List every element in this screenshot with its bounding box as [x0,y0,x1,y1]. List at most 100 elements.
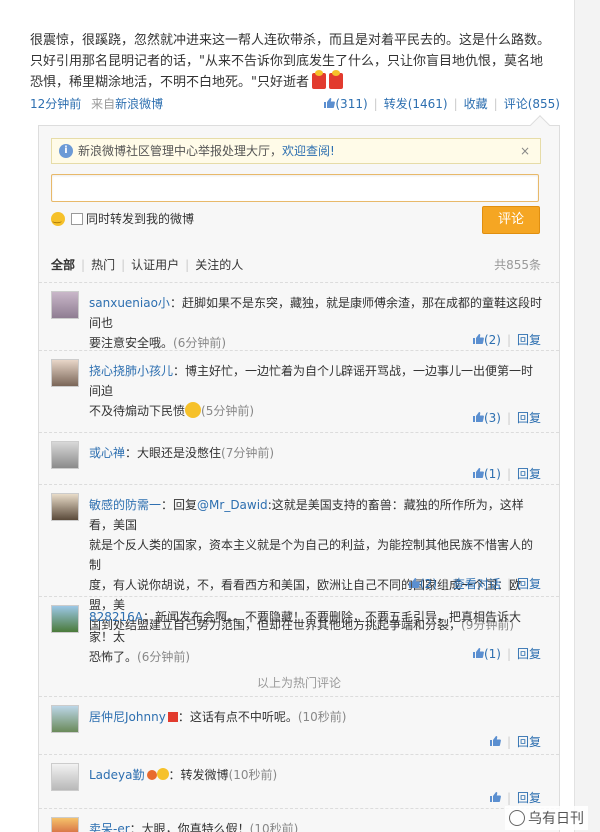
avatar[interactable] [51,291,79,319]
comment-like-button[interactable]: (3) [472,411,501,425]
comment-like-button[interactable] [489,735,501,749]
comment-body: 不及待煽动下民愤 [89,404,186,418]
avatar[interactable] [51,817,79,832]
level-badge-icon [146,770,157,780]
comment-actions: (3) | 回复 [472,409,541,426]
comment-user[interactable]: sanxueniao小 [89,296,170,310]
comment-item: Ladeya勤 ：转发微博(10秒前) | 回复 [39,754,559,808]
thumb-up-icon [489,792,501,802]
avatar[interactable] [51,705,79,733]
comment-mention[interactable]: @Mr_Dawid [197,498,268,512]
info-icon: i [59,144,73,158]
avatar[interactable] [51,493,79,521]
comment-body: 要注意安全哦。 [89,336,174,350]
panel-arrow [530,115,550,135]
repost-button[interactable]: 转发(1461) [384,95,448,112]
action-sep: | [506,791,511,805]
comment-input[interactable] [51,174,539,202]
comment-button[interactable]: 评论(855) [504,95,560,112]
post-text-line: 恐惧，稀里糊涂地活，不明不白地死。"只好逝者 [30,70,560,93]
post-time-link[interactable]: 12分钟前 [30,97,81,111]
comment-text: 或心禅：大眼还是没憋住(7分钟前) [89,443,544,463]
action-sep: | [506,333,511,347]
comment-like-button[interactable]: (1) [472,647,501,661]
comment-user[interactable]: 卖呆-er [89,822,130,832]
watermark: 乌有日刊 [505,806,588,830]
weibo-post: 很震惊，很蹊跷，忽然就冲进来这一帮人连砍带杀，而且是对着平民去的。这是什么路数。… [30,30,560,113]
comment-total: 共855条 [494,258,541,272]
action-sep: | [373,97,378,111]
comment-item: 居仲尼Johnny ：这话有点不中听呢。(10秒前) | 回复 [39,696,559,754]
comment-actions: | 回复 [489,789,541,806]
post-text-line-content: 恐惧，稀里糊涂地活，不明不白地死。"只好逝者 [30,75,309,90]
filter-following[interactable]: 关注的人 [195,258,243,272]
comment-item: 或心禅：大眼还是没憋住(7分钟前) (1) | 回复 [39,432,559,484]
comment-reply-button[interactable]: 回复 [517,577,541,591]
filter-sep: | [185,258,190,272]
comment-body: 恐怖了。 [89,650,138,664]
action-sep: | [506,577,511,591]
avatar[interactable] [51,441,79,469]
filter-all[interactable]: 全部 [51,258,75,272]
comment-time: (10秒前) [297,710,347,724]
comment-user[interactable]: 或心禅 [89,446,125,460]
post-text-line: 只好引用那名昆明记者的话，"从来不告诉你到底发生了什么，只让你盲目地仇恨，莫名地 [30,54,543,69]
avatar[interactable] [51,605,79,633]
thumb-up-icon [472,412,484,422]
comment-reply-button[interactable]: 回复 [517,467,541,481]
action-sep: | [453,97,458,111]
source-link[interactable]: 新浪微博 [115,97,163,111]
action-sep: | [506,467,511,481]
thumb-up-icon [408,578,420,588]
emoji-picker-icon[interactable] [51,210,65,228]
like-button[interactable]: (311) [323,97,368,111]
action-sep: | [442,577,447,591]
verified-badge-icon [167,712,178,722]
source-prefix: 来自 [91,97,116,111]
view-thread-button[interactable]: 查看对话 [453,577,501,591]
action-sep: | [506,735,511,749]
close-icon[interactable]: × [520,139,530,163]
comment-user[interactable]: 居仲尼Johnny [89,710,166,724]
comment-reply-button[interactable]: 回复 [517,333,541,347]
comment-actions: (2) | 回复 [472,331,541,348]
submit-comment-button[interactable]: 评论 [482,206,540,234]
comment-reply-button[interactable]: 回复 [517,647,541,661]
comment-user[interactable]: Ladeya勤 [89,768,145,782]
filter-verified[interactable]: 认证用户 [131,258,179,272]
thumb-up-icon [489,736,501,746]
watermark-logo-icon [509,810,525,826]
comment-reply-button[interactable]: 回复 [517,411,541,425]
candle-emoji-icon [328,70,343,89]
comment-like-button[interactable]: (2) [408,577,437,591]
comment-actions: (1) | 回复 [472,465,541,482]
comment-like-button[interactable] [489,791,501,805]
comment-body: ：这话有点不中听呢。 [177,710,298,724]
action-sep: | [506,411,511,425]
notice-link[interactable]: 欢迎查阅! [282,144,335,158]
comment-actions: (1) | 回复 [472,645,541,662]
comment-body: ：转发微博 [168,768,229,782]
post-actions: (311) | 转发(1461) | 收藏 | 评论(855) [323,95,560,112]
like-count: (2) [483,333,501,347]
filter-hot[interactable]: 热门 [91,258,115,272]
comment-like-button[interactable]: (1) [472,467,501,481]
like-count: (311) [335,97,368,111]
comment-actions: | 回复 [489,733,541,750]
comment-time: (6分钟前) [137,650,191,664]
avatar[interactable] [51,359,79,387]
also-repost-checkbox[interactable] [71,213,83,225]
favorite-button[interactable]: 收藏 [464,95,488,112]
comment-user[interactable]: 828216A [89,610,143,624]
comment-item: 敏感的防需一：回复@Mr_Dawid:这就是美国支持的畜兽：藏独的所作所为，这样… [39,484,559,632]
avatar[interactable] [51,763,79,791]
comment-reply-button[interactable]: 回复 [517,735,541,749]
comment-user[interactable]: 挠心挠肺小孩儿 [89,364,173,378]
comment-reply-button[interactable]: 回复 [517,791,541,805]
comment-panel: i 新浪微博社区管理中心举报处理大厅，欢迎查阅! × 同时转发到我的微博 评论 … [38,115,560,832]
comment-item: 卖呆-er：大眼，你真特么假！(10秒前) [39,808,559,832]
emoji-icon [185,402,202,418]
comment-like-button[interactable]: (2) [472,333,501,347]
comment-user[interactable]: 敏感的防需一 [89,498,161,512]
hot-comments-divider: 以上为热门评论 [256,676,341,690]
